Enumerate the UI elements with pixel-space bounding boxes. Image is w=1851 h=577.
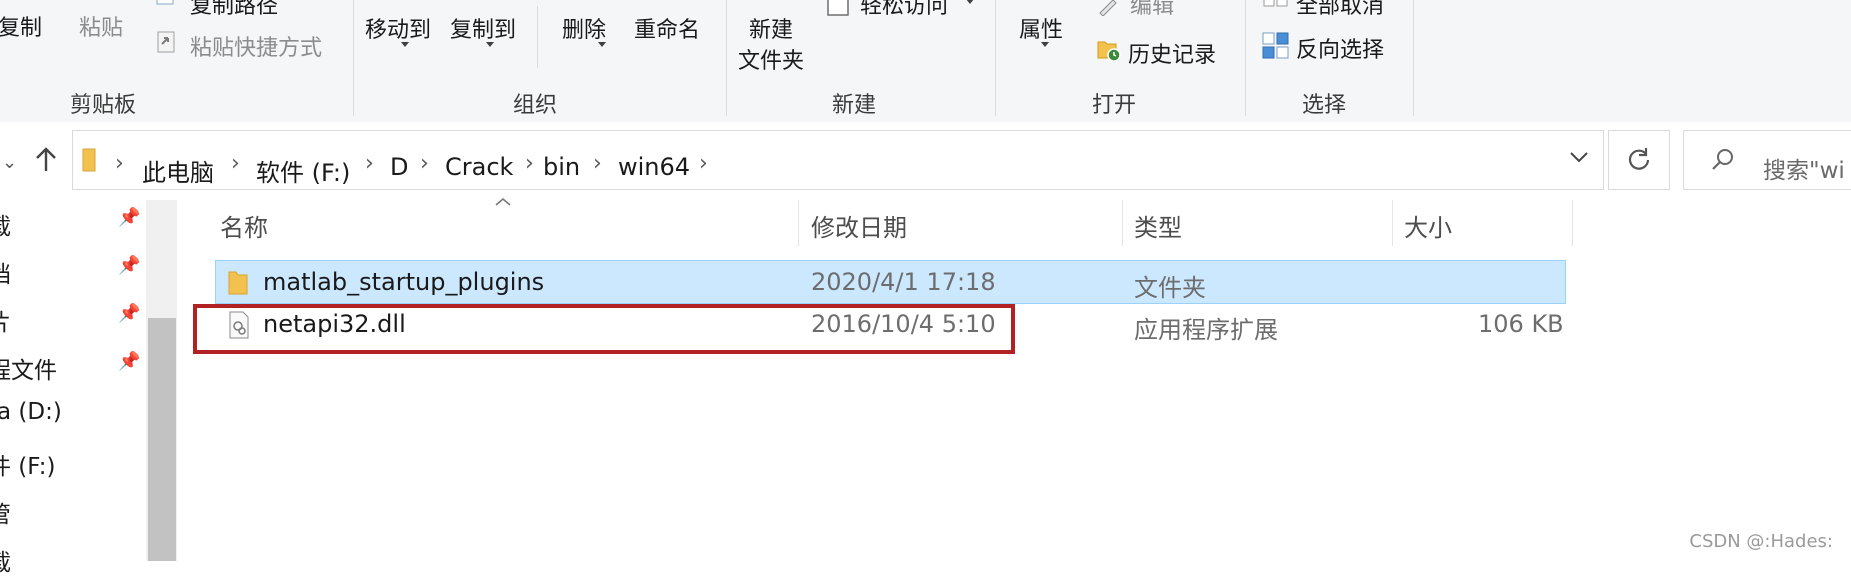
column-header-type[interactable]: 类型 [1134,208,1182,243]
pin-icon: 📌 [118,255,141,276]
ribbon: 复制 粘贴 复制路径 粘贴快捷方式 剪贴板 移动到 复制到 删除 重命名 组织 … [0,0,1851,123]
clipboard-group-label: 剪贴板 [70,93,137,118]
copy-path-button[interactable]: 复制路径 [190,0,278,20]
breadcrumb-separator-icon[interactable]: › [420,151,429,176]
pin-icon: 📌 [118,303,141,324]
group-divider [995,0,996,116]
new-folder-button-line2[interactable]: 文件夹 [738,43,804,75]
select-none-icon [1263,0,1289,13]
paste-button[interactable]: 粘贴 [79,10,123,42]
chevron-down-icon [966,0,974,4]
annotation-highlight-box [193,304,1015,354]
search-input[interactable]: 搜索"wi [1683,130,1851,190]
chevron-down-icon[interactable] [1569,149,1589,168]
search-icon [1710,147,1736,177]
breadcrumb-win64[interactable]: win64 [618,153,690,181]
properties-button[interactable]: 属性 [1019,12,1063,44]
delete-button[interactable]: 删除 [562,12,606,44]
chevron-down-icon [486,42,494,47]
file-size: 106 KB [1478,310,1564,338]
history-button[interactable]: 历史记录 [1128,37,1216,69]
nav-item-pictures[interactable]: 片 [0,303,11,337]
invert-selection-button[interactable]: 反向选择 [1296,32,1384,64]
column-header-date[interactable]: 修改日期 [811,208,907,243]
select-none-button[interactable]: 全部取消 [1296,0,1384,20]
breadcrumb-this-pc[interactable]: 此电脑 [142,153,214,188]
nav-item-downloads[interactable]: 载 [0,207,11,241]
file-type: 文件夹 [1134,274,1206,302]
divider [537,6,538,68]
open-group-label: 打开 [1092,93,1137,118]
breadcrumb-separator-icon[interactable]: › [699,151,708,176]
breadcrumb-separator-icon[interactable]: › [115,151,124,176]
chevron-down-icon [1041,42,1049,47]
checkbox-icon[interactable] [827,0,849,20]
search-placeholder: 搜索"wi [1763,158,1845,184]
history-icon [1096,36,1122,66]
column-header-name[interactable]: 名称 [220,208,268,243]
up-arrow-icon[interactable] [34,146,58,178]
folder-icon [228,268,248,300]
breadcrumb-d[interactable]: D [390,153,408,181]
breadcrumb-drive-f[interactable]: 软件 (F:) [256,153,350,188]
group-divider [353,0,354,116]
file-date: 2020/4/1 17:18 [811,268,996,296]
easy-access-button[interactable]: 轻松访问 [860,0,948,20]
organize-group-label: 组织 [513,93,558,118]
paste-shortcut-icon [156,30,178,60]
move-to-button[interactable]: 移动到 [365,12,431,44]
file-name[interactable]: matlab_startup_plugins [263,268,544,296]
paste-shortcut-button[interactable]: 粘贴快捷方式 [190,30,322,62]
breadcrumb-separator-icon[interactable]: › [231,151,240,176]
nav-item-drive-f[interactable]: 件 (F:) [0,447,55,481]
nav-scrollbar-thumb[interactable] [148,318,176,561]
select-group-label: 选择 [1302,93,1347,118]
column-divider[interactable] [1572,200,1573,246]
breadcrumb-bin[interactable]: bin [543,153,580,181]
nav-item-manage[interactable]: 管 [0,495,11,529]
group-divider [1245,0,1246,116]
nav-item-program-files[interactable]: 程文件 [0,351,57,385]
recent-locations-chevron-icon[interactable]: ⌄ [2,152,17,173]
sort-ascending-icon [494,192,512,211]
group-divider [726,0,727,116]
address-bar[interactable]: › 此电脑 › 软件 (F:) › D › Crack › bin › win6… [72,130,1604,190]
new-group-label: 新建 [832,93,877,118]
watermark: CSDN @:Hades: [1689,531,1833,552]
new-folder-button[interactable]: 新建 [749,12,793,44]
column-divider[interactable] [1392,200,1393,246]
pin-icon: 📌 [118,207,141,228]
rename-button[interactable]: 重命名 [634,12,700,44]
file-type: 应用程序扩展 [1134,316,1278,344]
column-divider[interactable] [1122,200,1123,246]
refresh-button[interactable] [1608,130,1670,190]
chevron-down-icon [401,42,409,47]
edit-icon [1097,0,1119,20]
group-divider [1413,0,1414,116]
address-row: ⌄ › 此电脑 › 软件 (F:) › D › Crack › bin › wi… [0,122,1851,200]
pin-icon: 📌 [118,351,141,372]
chevron-down-icon [598,42,606,47]
edit-button[interactable]: 编辑 [1130,0,1174,20]
column-divider[interactable] [798,200,799,246]
breadcrumb-crack[interactable]: Crack [445,153,513,181]
breadcrumb-separator-icon[interactable]: › [593,151,602,176]
breadcrumb-separator-icon[interactable]: › [525,151,534,176]
breadcrumb-separator-icon[interactable]: › [365,151,374,176]
copy-path-icon [155,0,175,12]
nav-item-drive-d[interactable]: ta (D:) [0,399,62,425]
copy-button[interactable]: 复制 [0,10,42,42]
nav-item-downloads-2[interactable]: 载 [0,543,11,577]
folder-icon [81,147,97,177]
column-header-size[interactable]: 大小 [1404,208,1452,243]
copy-to-button[interactable]: 复制到 [450,12,516,44]
nav-item-documents[interactable]: 档 [0,255,11,289]
invert-selection-icon [1262,32,1290,64]
refresh-icon [1626,146,1652,176]
